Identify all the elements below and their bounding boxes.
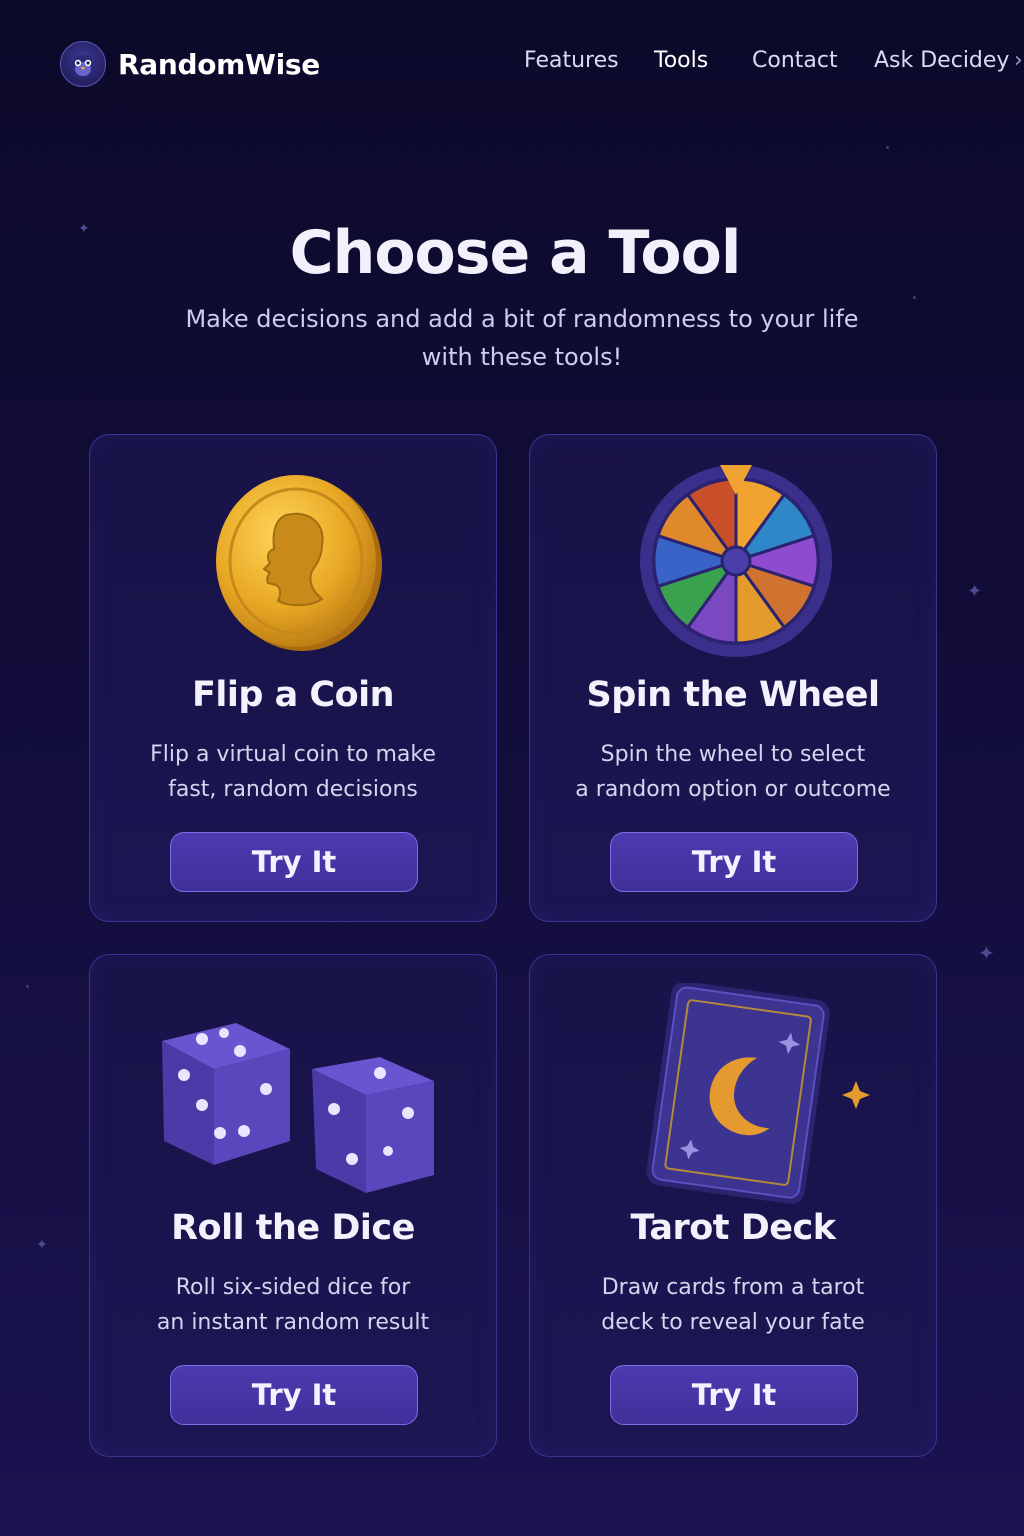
nav-link-contact[interactable]: Contact — [752, 48, 874, 73]
star-dot — [886, 146, 889, 149]
sparkle-icon: ✦ — [967, 581, 983, 602]
tool-description-line: Spin the wheel to select — [600, 742, 866, 767]
tool-description: Roll six-sided dice for an instant rando… — [120, 1270, 466, 1340]
tool-description: Flip a virtual coin to make fast, random… — [120, 737, 466, 807]
tool-description-line: deck to reveal your fate — [601, 1310, 865, 1335]
tool-description: Spin the wheel to select a random option… — [560, 737, 906, 807]
try-it-button-dice[interactable]: Try It — [170, 1365, 418, 1425]
tool-title: Flip a Coin — [191, 675, 395, 715]
tool-card-dice: Roll the Dice Roll six-sided dice for an… — [89, 954, 497, 1457]
penguin-logo-icon — [60, 41, 106, 87]
tool-card-tarot: Tarot Deck Draw cards from a tarot deck … — [529, 954, 937, 1457]
tarot-card-icon — [530, 981, 936, 1213]
tool-card-coin: Flip a Coin Flip a virtual coin to make … — [89, 434, 497, 922]
dice-icon — [90, 983, 496, 1213]
tool-description-line: Roll six-sided dice for — [175, 1275, 411, 1300]
tool-title: Spin the Wheel — [586, 675, 880, 715]
tool-card-wheel: Spin the Wheel Spin the wheel to select … — [529, 434, 937, 922]
top-navbar: RandomWise Features Tools Contact Ask De… — [0, 0, 1024, 130]
tool-title: Tarot Deck — [630, 1208, 836, 1248]
wheel-icon — [530, 465, 936, 665]
tool-description-line: a random option or outcome — [575, 777, 891, 802]
page-title: Choose a Tool — [289, 218, 742, 288]
brand-name: RandomWise — [118, 47, 320, 81]
tool-description-line: Draw cards from a tarot — [601, 1275, 865, 1300]
nav-link-ask-decidey[interactable]: Ask Decidey — [874, 48, 1012, 73]
coin-icon — [90, 465, 496, 665]
nav-link-features[interactable]: Features — [524, 48, 654, 73]
star-dot — [913, 296, 916, 299]
tool-description: Draw cards from a tarot deck to reveal y… — [560, 1270, 906, 1340]
try-it-button-wheel[interactable]: Try It — [610, 832, 858, 892]
sparkle-icon: ✦ — [36, 1237, 48, 1253]
tool-description-line: fast, random decisions — [168, 777, 418, 802]
sparkle-icon: ✦ — [978, 941, 995, 965]
chevron-right-icon[interactable]: › — [1014, 48, 1023, 73]
tool-title: Roll the Dice — [171, 1208, 415, 1248]
nav-link-tools[interactable]: Tools — [654, 48, 752, 73]
tool-description-line: an instant random result — [156, 1310, 430, 1335]
try-it-button-coin[interactable]: Try It — [170, 832, 418, 892]
brand-logo[interactable]: RandomWise — [60, 41, 320, 87]
nav-links: Features Tools Contact Ask Decidey › — [524, 48, 1023, 73]
star-dot — [26, 985, 29, 988]
try-it-button-tarot[interactable]: Try It — [610, 1365, 858, 1425]
tool-description-line: Flip a virtual coin to make — [150, 742, 436, 767]
page-subtitle: Make decisions and add a bit of randomne… — [185, 305, 859, 371]
